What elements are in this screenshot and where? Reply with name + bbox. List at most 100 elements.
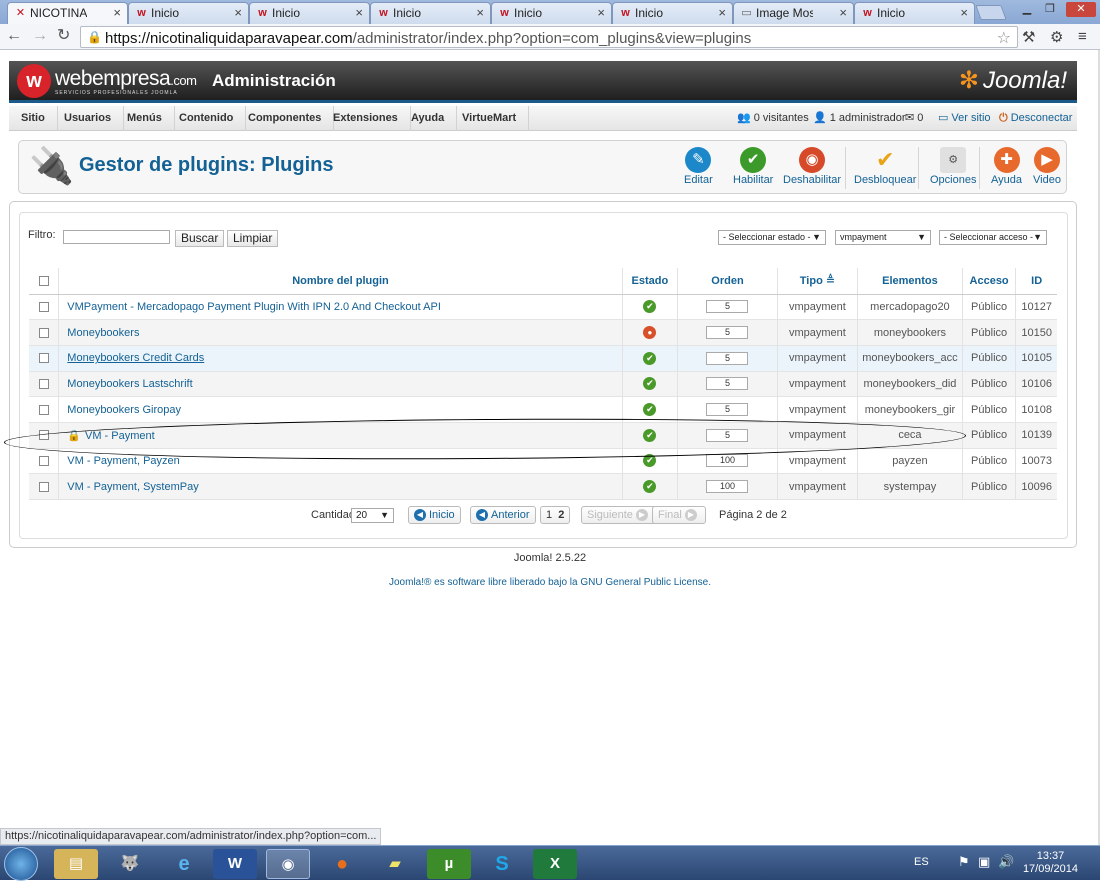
clear-button[interactable]: Limpiar [227,230,279,247]
state-cell[interactable]: ✔ [621,422,678,449]
enable-button[interactable]: ✔ Habilitar [733,147,773,191]
browser-tab[interactable]: w Inicio × [249,2,370,24]
order-input[interactable]: 5 [706,300,749,314]
row-checkbox[interactable] [29,345,59,372]
video-button[interactable]: ▶ Video [1033,147,1061,191]
column-type[interactable]: Tipo ≜ [776,268,858,295]
select-all-checkbox[interactable] [29,268,59,295]
browser-tab[interactable]: w Inicio × [491,2,612,24]
plugin-name-link[interactable]: VM - Payment, Payzen [67,455,180,467]
excel-icon[interactable]: X [533,849,577,879]
menu-contenido[interactable]: Contenido [167,106,247,131]
close-tab-icon[interactable]: × [476,5,484,20]
column-elements[interactable]: Elementos [857,268,963,295]
browser-tab-active[interactable]: ✕ NICOTINALIQUI × [7,2,128,25]
state-cell[interactable]: ● [621,319,678,346]
volume-icon[interactable]: 🔊 [998,854,1014,870]
menu-ayuda[interactable]: Ayuda [399,106,458,131]
flag-icon[interactable]: ⚑ [958,854,970,870]
skype-icon[interactable]: S [480,849,524,879]
plugin-name-link[interactable]: Moneybookers Lastschrift [67,378,192,390]
column-state[interactable]: Estado [621,268,678,295]
settings-gear-icon[interactable]: ⚙ [1050,28,1063,46]
enabled-check-icon[interactable]: ✔ [643,377,657,391]
enabled-check-icon[interactable]: ✔ [643,480,657,494]
plugin-name-link[interactable]: Moneybookers Giropay [67,404,181,416]
filter-input[interactable] [63,230,170,244]
internet-explorer-icon[interactable]: e [162,849,206,879]
row-checkbox[interactable] [29,422,59,449]
row-checkbox[interactable] [29,294,59,321]
disabled-icon[interactable]: ● [643,326,657,340]
menu-menus[interactable]: Menús [115,106,175,131]
state-cell[interactable]: ✔ [621,448,678,475]
plugin-name-link[interactable]: Moneybookers [67,327,139,339]
row-checkbox[interactable] [29,473,59,500]
browser-tab[interactable]: w Inicio × [370,2,491,24]
view-site-link[interactable]: ▭ Ver sitio [938,106,991,131]
search-button[interactable]: Buscar [175,230,225,247]
row-checkbox[interactable] [29,319,59,346]
sticky-notes-icon[interactable]: ▰ [373,849,417,879]
order-input[interactable]: 100 [706,454,749,468]
state-cell[interactable]: ✔ [621,473,678,500]
reload-icon[interactable]: ↻ [57,28,70,44]
enabled-check-icon[interactable]: ✔ [643,403,657,417]
gimp-icon[interactable]: 🐺 [108,849,152,879]
row-checkbox[interactable] [29,396,59,423]
clock[interactable]: 13:37 17/09/2014 [1023,850,1078,876]
state-select[interactable]: - Seleccionar estado - ▼ [718,230,826,245]
word-icon[interactable]: W [213,849,257,879]
row-checkbox[interactable] [29,448,59,475]
column-name[interactable]: Nombre del plugin [58,268,623,295]
column-access[interactable]: Acceso [961,268,1016,295]
menu-componentes[interactable]: Componentes [236,106,335,131]
page-1-link[interactable]: 1 [546,509,552,521]
menu-virtuemart[interactable]: VirtueMart [450,106,530,131]
prev-button[interactable]: ◀ Anterior [470,506,536,524]
state-cell[interactable]: ✔ [621,345,678,372]
menu-usuarios[interactable]: Usuarios [52,106,125,131]
disable-button[interactable]: ◉ Deshabilitar [783,147,841,191]
network-icon[interactable]: ▣ [978,854,990,870]
column-order[interactable]: Orden [677,268,778,295]
close-tab-icon[interactable]: × [839,5,847,20]
file-explorer-icon[interactable]: ▤ [54,849,98,879]
close-tab-icon[interactable]: × [355,5,363,20]
utorrent-icon[interactable]: µ [427,849,471,879]
plugin-name-link[interactable]: VM - Payment, SystemPay [67,481,198,493]
plugin-name-link[interactable]: VMPayment - Mercadopago Payment Plugin W… [67,301,441,313]
access-select[interactable]: - Seleccionar acceso - ▼ [939,230,1047,245]
close-tab-icon[interactable]: × [718,5,726,20]
extension-icon[interactable]: ⚒ [1022,28,1035,46]
gpl-link[interactable]: GNU General Public License. [580,577,711,588]
messages-count[interactable]: ✉ 0 [905,106,923,131]
quantity-select[interactable]: 20 ▼ [351,508,394,523]
browser-tab[interactable]: w Inicio × [128,2,249,24]
state-cell[interactable]: ✔ [621,371,678,398]
order-input[interactable]: 5 [706,377,749,391]
order-input[interactable]: 5 [706,351,749,365]
new-tab-button[interactable] [975,5,1007,20]
close-tab-icon[interactable]: × [597,5,605,20]
chrome-icon[interactable]: ◉ [266,849,310,879]
state-cell[interactable]: ✔ [621,396,678,423]
unlock-button[interactable]: ✔ Desbloquear [854,147,916,191]
language-indicator[interactable]: ES [914,856,929,868]
order-input[interactable]: 5 [706,428,749,442]
menu-sitio[interactable]: Sitio [9,106,58,131]
close-tab-icon[interactable]: × [960,5,968,20]
plugin-name-link[interactable]: VM - Payment [85,430,155,442]
close-window-icon[interactable]: ✕ [1066,2,1096,17]
restore-icon[interactable]: ❐ [1040,2,1060,17]
logout-link[interactable]: ⏻ Desconectar [999,106,1072,131]
enabled-check-icon[interactable]: ✔ [643,351,657,365]
row-checkbox[interactable] [29,371,59,398]
bookmark-star-icon[interactable]: ☆ [997,28,1011,48]
start-button[interactable] [4,847,38,881]
start-button[interactable]: ◀ Inicio [408,506,461,524]
browser-tab[interactable]: w Inicio × [612,2,733,24]
enabled-check-icon[interactable]: ✔ [643,454,657,468]
minimize-icon[interactable]: ▁ [1017,2,1037,17]
state-cell[interactable]: ✔ [621,294,678,321]
